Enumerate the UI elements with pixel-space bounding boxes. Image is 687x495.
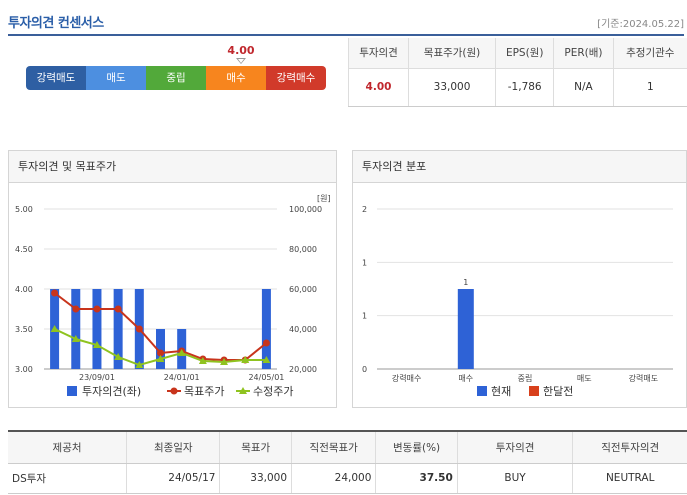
x-axis-tick: 강력매도 xyxy=(629,373,658,383)
cell-last-date: 24/05/17 xyxy=(126,463,220,494)
x-axis-tick: 24/01/01 xyxy=(164,373,200,382)
right-axis-tick: 80,000 xyxy=(289,245,317,254)
y-axis-tick: 0 xyxy=(362,365,367,374)
cell-change-rate: 37.50 xyxy=(375,463,458,494)
opinion-bar xyxy=(92,289,102,369)
eps-value: -1,786 xyxy=(495,68,554,107)
opinion-distribution-panel: 투자의견 분포 2 1 1 0 강력매수 매수 1 중립 매도 강력매도현재 한달전 xyxy=(352,150,687,408)
opinion-distribution-chart: 2 1 1 0 강력매수 매수 1 중립 매도 강력매도현재 한달전 xyxy=(362,205,673,398)
data-label: 1 xyxy=(463,278,468,287)
target-price-value: 33,000 xyxy=(408,68,496,107)
x-axis-tick: 23/09/01 xyxy=(79,373,115,382)
per-value: N/A xyxy=(553,68,614,107)
header-divider xyxy=(8,34,684,36)
col-provider: 제공처 xyxy=(8,430,127,464)
legend-label: 목표주가 xyxy=(184,385,224,398)
consensus-value: 4.00 xyxy=(227,44,255,57)
legend-swatch-icon xyxy=(529,386,539,396)
left-axis-tick: 5.00 xyxy=(15,205,33,214)
x-axis-tick: 매도 xyxy=(577,374,592,383)
y-axis-tick: 2 xyxy=(362,205,367,214)
col-target: 목표가 xyxy=(219,430,292,464)
scale-neutral: 중립 xyxy=(146,66,206,90)
target-price-point xyxy=(114,305,122,313)
x-axis-tick: 24/05/01 xyxy=(248,373,284,382)
scale-strong-sell: 강력매도 xyxy=(26,66,86,90)
target-price-point xyxy=(51,289,59,297)
right-axis-tick: 20,000 xyxy=(289,365,317,374)
target-price-point xyxy=(93,305,101,313)
col-opinion: 투자의견 xyxy=(456,430,573,464)
right-axis-tick: 40,000 xyxy=(289,325,317,334)
col-institution-count: 추정기관수 xyxy=(612,38,687,69)
right-axis-tick: 60,000 xyxy=(289,285,317,294)
target-price-point xyxy=(262,339,270,347)
table-row: DS투자 24/05/17 33,000 24,000 37.50 BUY NEUTRAL xyxy=(8,463,687,494)
right-axis-tick: 100,000 xyxy=(289,205,322,214)
right-axis-unit: [원] xyxy=(317,194,331,203)
legend-label: 투자의견(좌) xyxy=(82,385,141,398)
legend-label: 현재 xyxy=(491,385,511,398)
panel-title: 투자의견 분포 xyxy=(353,151,686,183)
col-target-price: 목표주가(원) xyxy=(408,38,496,69)
reference-date: [기준:2024.05.22] xyxy=(597,19,684,30)
legend-bar-icon xyxy=(67,386,77,396)
col-prev-opinion: 직전투자의견 xyxy=(572,430,687,464)
opinion-bar xyxy=(71,289,81,369)
col-opinion: 투자의견 xyxy=(347,38,409,69)
col-prev-target: 직전목표가 xyxy=(291,430,376,464)
target-price-point xyxy=(135,325,143,333)
left-axis-tick: 3.50 xyxy=(15,325,33,334)
consensus-marker-icon xyxy=(236,58,246,64)
cell-target: 33,000 xyxy=(219,463,292,494)
section-header: 투자의견 컨센서스 [기준:2024.05.22] xyxy=(0,0,687,38)
cell-opinion: BUY xyxy=(456,463,573,494)
col-last-date: 최종일자 xyxy=(126,430,220,464)
section-title: 투자의견 컨센서스 xyxy=(8,16,104,31)
col-eps: EPS(원) xyxy=(495,38,554,69)
opinion-target-price-panel: 투자의견 및 목표주가 5.00 4.50 4.00 3.50 3.00 100,000 8… xyxy=(8,150,337,408)
x-axis-tick: 강력매수 xyxy=(392,373,421,383)
opinion-value: 4.00 xyxy=(347,68,409,107)
col-change-rate: 변동률(%) xyxy=(375,430,458,464)
cell-provider: DS투자 xyxy=(8,463,127,494)
consensus-summary-table: 투자의견 목표주가(원) EPS(원) PER(배) 추정기관수 4.00 33… xyxy=(347,38,687,107)
left-axis-tick: 3.00 xyxy=(15,365,33,374)
scale-sell: 매도 xyxy=(86,66,146,90)
legend-swatch-icon xyxy=(477,386,487,396)
col-per: PER(배) xyxy=(553,38,614,69)
left-axis-tick: 4.00 xyxy=(15,285,33,294)
x-axis-tick: 중립 xyxy=(518,374,533,383)
legend-label: 수정주가 xyxy=(253,385,293,398)
institution-count-value: 1 xyxy=(612,68,687,107)
x-axis-tick: 매수 xyxy=(458,374,473,383)
current-bar xyxy=(457,289,474,369)
opinion-target-price-chart: 5.00 4.50 4.00 3.50 3.00 100,000 80,000 60,000 4… xyxy=(15,194,331,398)
target-price-point xyxy=(72,305,80,313)
scale-buy: 매수 xyxy=(206,66,266,90)
y-axis-tick: 1 xyxy=(362,312,367,321)
cell-prev-target: 24,000 xyxy=(291,463,376,494)
left-axis-tick: 4.50 xyxy=(15,245,33,254)
legend-dot-icon xyxy=(170,387,178,395)
cell-prev-opinion: NEUTRAL xyxy=(572,463,687,494)
scale-strong-buy: 강력매수 xyxy=(266,66,326,90)
y-axis-tick: 1 xyxy=(362,258,367,267)
panel-title: 투자의견 및 목표주가 xyxy=(9,151,336,183)
opinion-scale: 강력매도 매도 중립 매수 강력매수 xyxy=(26,66,326,90)
legend-label: 한달전 xyxy=(543,385,573,398)
provider-detail-table: 제공처 최종일자 목표가 직전목표가 변동률(%) 투자의견 직전투자의견 DS투자 24/0… xyxy=(8,430,687,494)
